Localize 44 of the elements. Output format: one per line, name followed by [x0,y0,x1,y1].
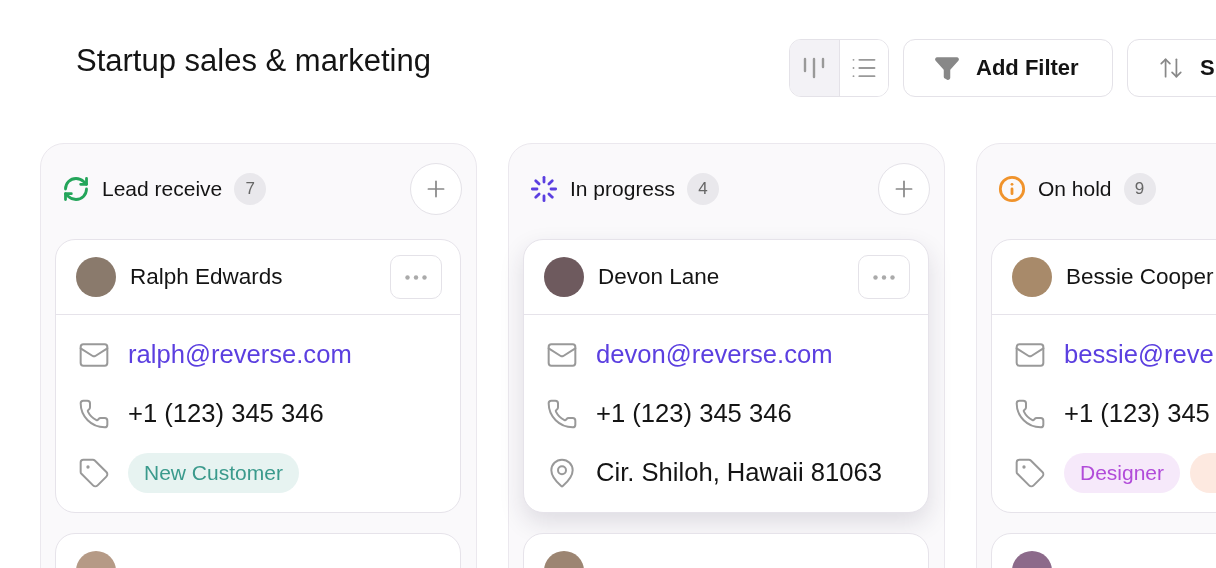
info-icon [998,175,1026,203]
column-title: In progress [570,177,676,201]
contact-card[interactable]: Devon Lane devon@reverse.com +1 (123) 345 346 Cir. Shiloh, Hawaii 81063 [523,239,929,513]
phone-icon [546,397,578,430]
add-button[interactable] [878,163,930,215]
tag-chip: Designer [1064,452,1181,493]
filter-icon [934,55,960,81]
tag-chip: New Customer [128,452,299,493]
contact-name: Bessie Cooper [1066,264,1214,290]
tag-icon [1014,456,1046,489]
phone-number: +1 (123) 345 [1064,399,1210,428]
column-title: On hold [1038,177,1112,201]
email-link[interactable]: bessie@reve [1064,340,1214,369]
tag-icon [78,456,110,489]
phone-number: +1 (123) 345 346 [596,399,792,428]
more-button[interactable] [390,255,442,299]
loader-icon [530,175,558,203]
phone-icon [1014,397,1046,430]
avatar [76,257,116,297]
board-view-button[interactable] [790,40,840,96]
count-badge: 7 [234,173,267,205]
contact-card[interactable]: Bessie Cooper bessie@reve +1 (123) 345 Designer [991,239,1216,513]
email-link[interactable]: ralph@reverse.com [128,340,352,369]
more-button[interactable] [858,255,910,299]
refresh-icon [62,175,90,203]
address-text: Cir. Shiloh, Hawaii 81063 [596,458,882,487]
sort-button[interactable]: S [1127,39,1216,97]
contact-card[interactable]: Ralph Edwards ralph@reverse.com +1 (123) 345 346 New Customer [55,239,461,513]
contact-name: Devon Lane [598,264,720,290]
count-badge: 9 [1123,173,1156,205]
phone-icon [78,397,110,430]
phone-number: +1 (123) 345 346 [128,399,324,428]
more-icon [873,274,895,280]
count-badge: 4 [687,173,720,205]
sort-icon [1158,55,1184,81]
add-filter-button[interactable]: Add Filter [903,39,1113,97]
email-link[interactable]: devon@reverse.com [596,340,833,369]
add-button[interactable] [410,163,462,215]
column-title: Lead receive [102,177,223,201]
contact-name: Ralph Edwards [130,264,283,290]
avatar [544,257,584,297]
more-icon [405,274,427,280]
page-title: Startup sales & marketing [76,43,432,79]
avatar [1012,257,1052,297]
